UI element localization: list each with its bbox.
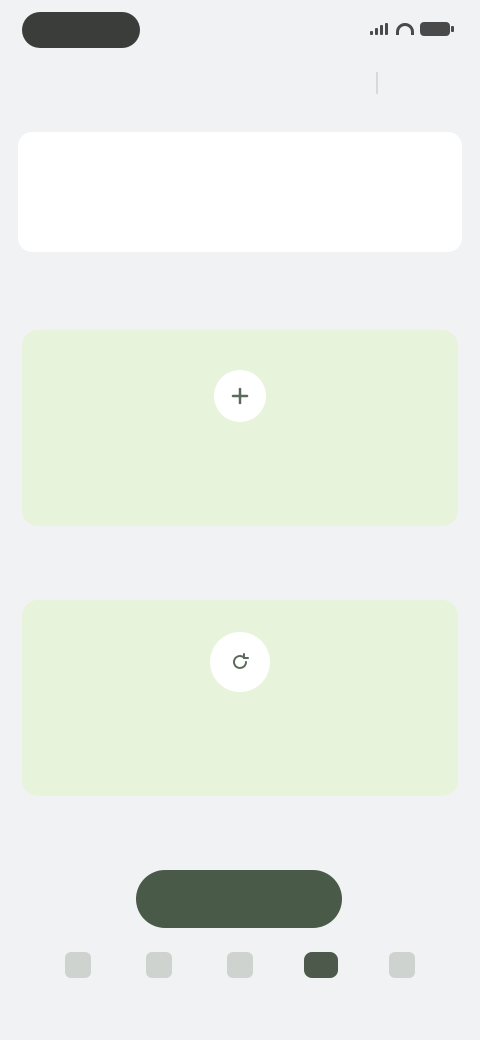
add-card-2[interactable] bbox=[22, 600, 458, 796]
primary-action-button[interactable] bbox=[136, 870, 342, 928]
refresh-icon bbox=[210, 632, 270, 692]
profile-icon bbox=[389, 952, 415, 978]
list-icon bbox=[146, 952, 172, 978]
status-time bbox=[22, 12, 140, 48]
wallet-icon bbox=[304, 952, 338, 978]
wifi-icon bbox=[396, 23, 414, 35]
tab-wallet[interactable] bbox=[293, 938, 349, 1018]
tab-home[interactable] bbox=[50, 938, 106, 1018]
add-card-1[interactable] bbox=[22, 330, 458, 526]
tab-profile[interactable] bbox=[374, 938, 430, 1018]
summary-card[interactable] bbox=[18, 132, 462, 252]
bottom-tab-bar bbox=[0, 938, 480, 1018]
home-icon bbox=[65, 952, 91, 978]
tab-list[interactable] bbox=[131, 938, 187, 1018]
status-bar bbox=[0, 0, 480, 64]
tab-calendar[interactable] bbox=[212, 938, 268, 1018]
header-divider bbox=[376, 72, 390, 94]
calendar-icon bbox=[227, 952, 253, 978]
status-icons bbox=[370, 22, 454, 36]
plus-icon bbox=[214, 370, 266, 422]
battery-icon bbox=[420, 22, 454, 36]
signal-icon bbox=[370, 23, 390, 35]
